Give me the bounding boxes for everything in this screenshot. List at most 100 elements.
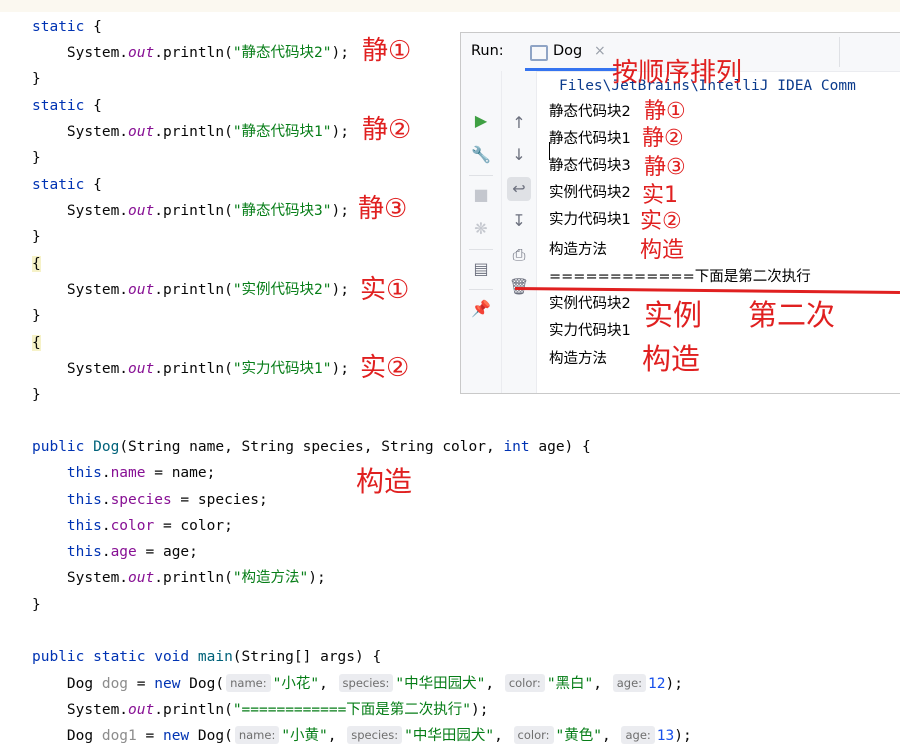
code-token: "黑白" [546, 676, 594, 692]
console-annotation-second-instance: 实例 [644, 298, 703, 332]
toolbar-separator [469, 175, 493, 176]
parameter-hint: age: [621, 726, 655, 744]
annotation-constructor: 构造 [356, 465, 413, 498]
scroll-end-icon[interactable]: ↧ [507, 209, 531, 233]
pin-icon[interactable]: 📌 [469, 297, 493, 321]
code-token: { [32, 256, 41, 272]
wrench-icon[interactable]: 🔧 [469, 143, 493, 167]
code-token: this [66, 544, 102, 560]
code-token: Dog [93, 439, 120, 455]
code-token: "静态代码块2" [232, 45, 332, 61]
code-token: ); [331, 282, 349, 298]
code-line: } [32, 382, 41, 408]
code-token: public [32, 439, 85, 455]
code-line: static { [32, 172, 102, 198]
console-line: 实例代码块2 [549, 296, 631, 312]
code-token: new [154, 676, 181, 692]
console-line: ============下面是第二次执行 [549, 269, 811, 285]
console-line: 静态代码块3 [549, 158, 631, 174]
code-line: System.out.println("实力代码块1"); [32, 356, 349, 382]
console-annotation-static-1: 静① [644, 99, 686, 124]
header-divider [839, 37, 840, 67]
close-icon[interactable]: × [594, 43, 606, 59]
console-line: 静态代码块2 [549, 104, 631, 120]
code-token: ); [308, 570, 326, 586]
code-token: "小黄" [281, 728, 328, 744]
code-token: ); [331, 203, 349, 219]
code-line: static { [32, 93, 102, 119]
code-token: System. [32, 361, 129, 377]
arrow-down-icon[interactable]: ↓ [507, 143, 531, 167]
code-token: "黄色" [555, 728, 602, 744]
code-line: public Dog(String name, String species, … [32, 434, 591, 460]
parameter-hint: age: [612, 674, 647, 692]
run-label: Run: [471, 43, 504, 59]
code-token: . [101, 544, 111, 560]
code-token: = color; [154, 518, 233, 534]
parameter-hint: name: [234, 726, 280, 744]
stop-icon[interactable]: ■ [469, 183, 493, 207]
code-token: . [101, 518, 111, 534]
code-line: this.name = name; [32, 460, 215, 486]
code-token: out [128, 203, 155, 219]
code-token: age) { [529, 439, 591, 455]
code-token: , [485, 676, 503, 692]
code-token: ); [331, 45, 349, 61]
tab-dog[interactable]: Dog × [525, 39, 613, 69]
code-line: System.out.println("构造方法"); [32, 565, 326, 591]
code-token: dog [101, 676, 129, 692]
code-token: static [32, 98, 85, 114]
debug-icon[interactable]: ❋ [469, 217, 493, 241]
code-token: "中华田园犬" [404, 728, 495, 744]
code-token: "============下面是第二次执行" [232, 702, 472, 718]
code-line: public static void main(String[] args) { [32, 644, 381, 670]
code-token: "实力代码块1" [232, 361, 332, 377]
code-token: { [32, 335, 41, 351]
console-line: 实力代码块1 [549, 323, 631, 339]
parameter-hint: species: [338, 674, 394, 692]
code-line: } [32, 303, 41, 329]
code-line: System.out.println("实例代码块2"); [32, 277, 349, 303]
code-line: { [32, 330, 41, 356]
code-token: = [136, 728, 163, 744]
code-token: out [128, 124, 155, 140]
code-token: out [128, 702, 155, 718]
code-line: this.color = color; [32, 513, 233, 539]
console-tab-icon [530, 45, 548, 61]
code-line: System.out.println("静态代码块1"); [32, 119, 349, 145]
parameter-hint: color: [504, 674, 545, 692]
soft-wrap-icon[interactable]: ↩ [507, 177, 531, 201]
code-token: ); [471, 702, 489, 718]
code-line: { [32, 251, 41, 277]
code-token: "静态代码块3" [232, 203, 332, 219]
code-token: Dog [32, 728, 102, 744]
code-token: = name; [145, 465, 216, 481]
code-token: .println( [154, 124, 233, 140]
code-line: } [32, 224, 41, 250]
code-token: , [602, 728, 620, 744]
run-icon[interactable]: ▶ [469, 109, 493, 133]
tab-dog-label: Dog [553, 43, 583, 59]
code-token: "静态代码块1" [232, 124, 332, 140]
code-token: . [101, 465, 111, 481]
code-token: = age; [136, 544, 198, 560]
code-line: Dog dog = new Dog(name: "小花", species: "中华… [32, 671, 683, 697]
print-icon[interactable]: ⎙ [507, 243, 531, 267]
code-token: { [84, 98, 102, 114]
code-token: out [128, 570, 155, 586]
console-output[interactable]: Files\JetBrains\IntelliJ IDEA Comm 静态代码块… [549, 71, 900, 393]
layout-icon[interactable]: ▤ [469, 257, 493, 281]
code-token: , [327, 728, 346, 744]
code-token: Dog [32, 676, 102, 692]
code-token: 12 [648, 676, 666, 692]
code-token: int [503, 439, 530, 455]
code-token: species [110, 492, 172, 508]
code-token: System. [32, 45, 129, 61]
arrow-up-icon[interactable]: ↑ [507, 111, 531, 135]
code-token: out [128, 361, 155, 377]
code-token: public static void [32, 649, 190, 665]
